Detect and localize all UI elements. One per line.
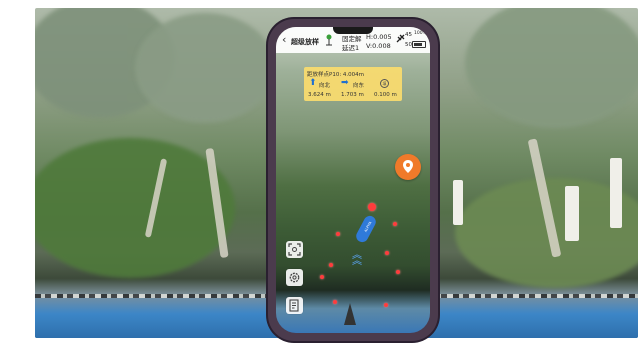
beacon-label: ALPHA: [363, 220, 373, 233]
arrow-right-icon: ➡: [341, 78, 349, 88]
white-painted-trunk: [453, 180, 463, 225]
satellite-count-top: 45: [405, 32, 412, 38]
list-icon: [289, 299, 299, 312]
white-painted-trunk: [565, 186, 579, 241]
tree-foliage: [465, 8, 638, 128]
east-label: 向东: [353, 83, 365, 89]
ar-point: [320, 275, 324, 279]
fill-value: 0.100 m: [374, 92, 397, 98]
grass-bush: [35, 138, 235, 278]
page-title: 超级放样: [291, 38, 319, 46]
location-pin-icon[interactable]: [395, 154, 421, 180]
ar-point: [336, 232, 340, 236]
horizontal-precision: H:0.005: [366, 33, 392, 41]
rover-position-pointer: [344, 303, 356, 325]
ar-direction-beacon: ALPHA: [354, 213, 378, 245]
phone-notch: [333, 27, 373, 34]
ar-point: [393, 222, 397, 226]
satellite-count-bottom: 50: [405, 42, 412, 48]
east-value: 1.703 m: [341, 92, 364, 98]
fill-icon: 填: [380, 79, 389, 88]
ar-point: [329, 263, 333, 267]
arrow-up-icon: ⬆: [309, 78, 317, 88]
antenna-icon: [326, 34, 332, 46]
battery-icon: [412, 41, 426, 48]
battery-percentage: 100%: [414, 31, 427, 36]
white-painted-trunk: [610, 158, 622, 228]
vertical-precision: V:0.008: [366, 42, 391, 50]
pin-glyph: [403, 160, 413, 173]
phone-screen: ‹ 超级放样 固定解 H:0.005 延迟1 V:0.008 45 50 100…: [276, 27, 430, 333]
scan-icon: [288, 243, 301, 256]
delay-status: 延迟1: [342, 44, 360, 52]
scan-button[interactable]: [286, 241, 303, 258]
phone-mockup: ‹ 超级放样 固定解 H:0.005 延迟1 V:0.008 45 50 100…: [268, 19, 438, 341]
distance-to-point: 距放样点P10: 4.004m: [307, 72, 365, 78]
tree-foliage: [135, 13, 275, 123]
chevron-left-icon[interactable]: ‹: [282, 34, 286, 45]
settings-button[interactable]: [286, 269, 303, 286]
ar-point: [384, 303, 388, 307]
north-value: 3.624 m: [308, 92, 331, 98]
satellite-icon: [396, 34, 405, 43]
chevron-up-double-icon: ︽ ︽: [352, 250, 362, 267]
list-button[interactable]: [286, 297, 303, 314]
ar-point: [385, 251, 389, 255]
north-label: 向北: [319, 83, 331, 89]
gear-icon: [289, 272, 300, 283]
ar-point: [396, 270, 400, 274]
ar-point: [333, 300, 337, 304]
stakeout-info-panel: 距放样点P10: 4.004m ⬆ 向北 3.624 m ➡ 向东 1.703 …: [304, 67, 402, 101]
target-point-marker: [368, 203, 376, 211]
